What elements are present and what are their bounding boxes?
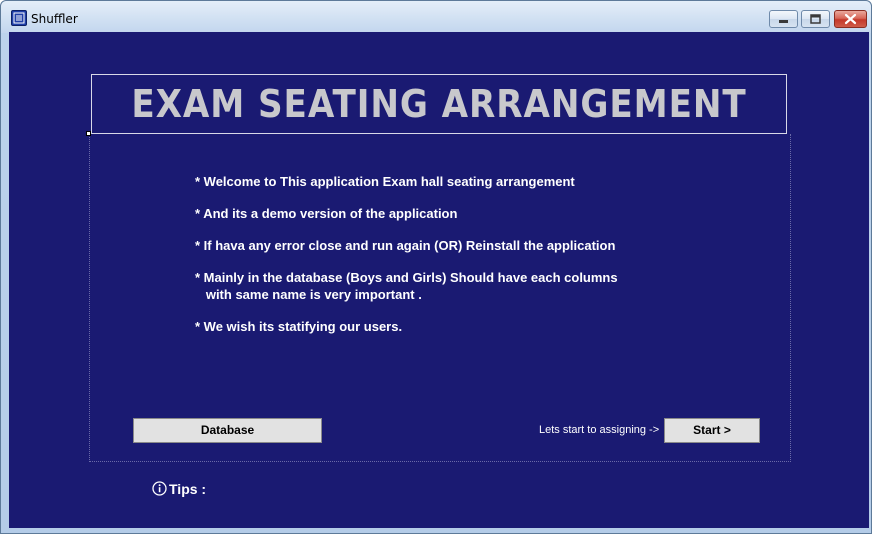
main-form: EXAM SEATING ARRANGEMENT * Welcome to Th… (9, 32, 869, 528)
banner: EXAM SEATING ARRANGEMENT (91, 74, 787, 134)
close-button[interactable] (834, 10, 867, 28)
app-window: Shuffler EXAM SEATING ARRANGEMENT * Welc… (0, 0, 872, 534)
info-line-database: * Mainly in the database (Boys and Girls… (195, 270, 618, 285)
info-icon (152, 481, 167, 496)
banner-title: EXAM SEATING ARRANGEMENT (131, 82, 747, 126)
resize-handle[interactable] (86, 131, 91, 136)
app-icon[interactable] (11, 10, 27, 26)
info-line-welcome: * Welcome to This application Exam hall … (195, 174, 575, 189)
info-line-error: * If hava any error close and run again … (195, 238, 616, 253)
info-line-database-cont: with same name is very important . (195, 287, 422, 302)
minimize-icon (779, 20, 788, 23)
tips-label: Tips : (169, 481, 207, 497)
start-button[interactable]: Start > (664, 418, 760, 443)
info-line-demo: * And its a demo version of the applicat… (195, 206, 458, 221)
maximize-button[interactable] (801, 10, 830, 28)
maximize-icon (810, 14, 821, 24)
start-hint: Lets start to assigning -> (539, 424, 660, 436)
info-line-wish: * We wish its statifying our users. (195, 319, 403, 334)
database-button[interactable]: Database (133, 418, 322, 443)
minimize-button[interactable] (769, 10, 798, 28)
window-title: Shuffler (31, 12, 78, 26)
close-icon (844, 13, 857, 25)
title-bar[interactable]: Shuffler (1, 1, 871, 33)
